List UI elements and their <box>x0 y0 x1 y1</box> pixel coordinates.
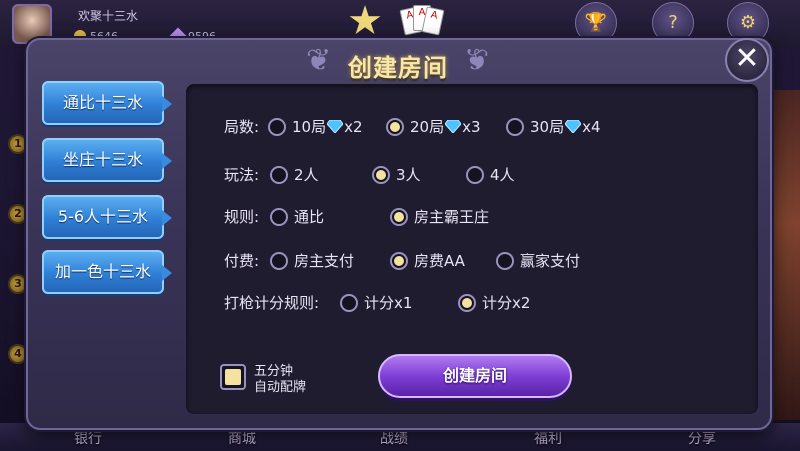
option-label: 通比 <box>294 208 325 226</box>
room-options-panel: 局数: 10局 x2 20局 x3 30局 x4 玩法: 2人 3人 4人 规则… <box>186 84 758 414</box>
radio-button[interactable] <box>268 117 286 136</box>
payment-option-owner[interactable]: 房主支付 <box>270 250 354 271</box>
rule-option-tongbi[interactable]: 通比 <box>270 206 324 227</box>
option-label: 10局 <box>292 118 327 136</box>
option-label: 3人 <box>396 166 421 184</box>
radio-button[interactable] <box>506 117 524 136</box>
radio-button[interactable] <box>340 293 358 312</box>
shoot-score-label: 打枪计分规则: <box>224 293 320 312</box>
nav-shop[interactable]: 商城 <box>228 428 256 448</box>
star-logo-icon: ★ <box>347 0 383 44</box>
rounds-label: 局数: <box>224 117 260 136</box>
option-cost: x4 <box>582 117 601 136</box>
rank-medal-icon: 2 <box>8 204 28 224</box>
radio-button[interactable] <box>496 251 514 270</box>
auto-deal-label: 五分钟 自动配牌 <box>254 364 306 396</box>
option-label: 20局 <box>410 118 445 136</box>
rule-option-banker[interactable]: 房主霸王庄 <box>390 206 489 227</box>
dialog-title: 创建房间 <box>348 54 448 82</box>
rank-medal-icon: 1 <box>8 134 28 154</box>
option-cost: x3 <box>462 117 481 136</box>
tab-5-6-players[interactable]: 5-6人十三水 <box>42 195 172 239</box>
card-icon: A <box>421 6 445 36</box>
diamond-icon <box>445 120 462 133</box>
option-cost: x2 <box>344 117 363 136</box>
radio-button[interactable] <box>270 207 288 226</box>
radio-button[interactable] <box>390 207 408 226</box>
radio-button[interactable] <box>270 251 288 270</box>
shoot-score-row: 打枪计分规则: <box>224 290 319 314</box>
radio-button[interactable] <box>386 117 404 136</box>
radio-button[interactable] <box>372 165 390 184</box>
rule-row: 规则: <box>224 204 259 228</box>
auto-deal-checkbox[interactable] <box>220 364 246 390</box>
tab-add-one-color[interactable]: 加一色十三水 <box>42 250 172 294</box>
option-label: 赢家支付 <box>520 252 581 270</box>
option-label: 4人 <box>490 166 515 184</box>
nav-share[interactable]: 分享 <box>688 428 716 448</box>
playing-cards-logo: A A A <box>399 2 445 38</box>
radio-button[interactable] <box>458 293 476 312</box>
rank-medal-icon: 3 <box>8 274 28 294</box>
option-label: 计分x2 <box>482 294 531 312</box>
rounds-option-20[interactable]: 20局 x3 <box>386 116 481 137</box>
help-icon: ? <box>668 12 678 33</box>
radio-button[interactable] <box>466 165 484 184</box>
nav-welfare[interactable]: 福利 <box>534 428 562 448</box>
dialog-header: ❦ ❦ 创建房间 <box>298 42 498 82</box>
nav-records[interactable]: 战绩 <box>380 428 408 448</box>
close-button[interactable]: ✕ <box>725 38 769 82</box>
rounds-option-30[interactable]: 30局 x4 <box>506 116 601 137</box>
payment-row: 付费: <box>224 248 259 272</box>
option-label: 30局 <box>530 118 565 136</box>
players-option-4[interactable]: 4人 <box>466 164 515 185</box>
players-option-2[interactable]: 2人 <box>270 164 319 185</box>
rank-medal-icon: 4 <box>8 344 28 364</box>
option-label: 房费AA <box>414 252 465 270</box>
players-row: 玩法: <box>224 162 259 186</box>
players-option-3[interactable]: 3人 <box>372 164 421 185</box>
player-nickname: 欢聚十三水 <box>78 9 139 23</box>
option-label: 计分x1 <box>364 294 413 312</box>
option-label: 房主支付 <box>294 252 355 270</box>
option-label: 房主霸王庄 <box>414 208 490 226</box>
nav-bank[interactable]: 银行 <box>74 428 102 448</box>
rounds-option-10[interactable]: 10局 x2 <box>268 116 363 137</box>
gear-icon: ⚙ <box>739 12 757 33</box>
option-label: 2人 <box>294 166 319 184</box>
payment-option-aa[interactable]: 房费AA <box>390 250 465 271</box>
create-room-button[interactable]: 创建房间 <box>378 354 572 398</box>
tab-zuozhuang[interactable]: 坐庄十三水 <box>42 138 172 182</box>
diamond-icon <box>327 120 344 133</box>
payment-label: 付费: <box>224 251 260 270</box>
auto-deal-line1: 五分钟 <box>254 364 294 379</box>
trophy-icon: 🏆 <box>584 12 608 33</box>
auto-deal-line2: 自动配牌 <box>254 380 307 395</box>
players-label: 玩法: <box>224 165 260 184</box>
shoot-option-x2[interactable]: 计分x2 <box>458 292 530 313</box>
payment-option-winner[interactable]: 赢家支付 <box>496 250 580 271</box>
close-icon: ✕ <box>734 41 760 76</box>
rule-label: 规则: <box>224 207 260 226</box>
radio-button[interactable] <box>270 165 288 184</box>
tab-tongbi[interactable]: 通比十三水 <box>42 81 172 125</box>
radio-button[interactable] <box>390 251 408 270</box>
rounds-row: 局数: <box>224 114 259 138</box>
create-room-dialog: ❦ ❦ 创建房间 ✕ 通比十三水 坐庄十三水 5-6人十三水 加一色十三水 局数… <box>26 38 772 430</box>
shoot-option-x1[interactable]: 计分x1 <box>340 292 412 313</box>
diamond-icon <box>565 120 582 133</box>
